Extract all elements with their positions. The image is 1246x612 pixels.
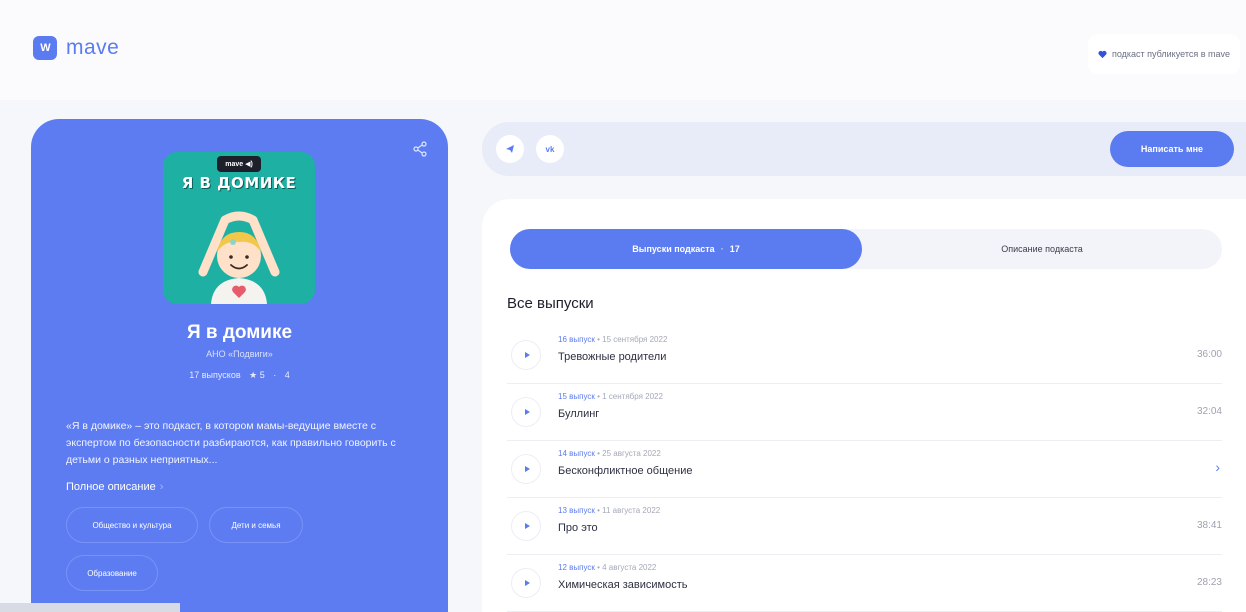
full-description-link[interactable]: Полное описание › xyxy=(66,481,163,493)
podcast-description: «Я в домике» – это подкаст, в котором ма… xyxy=(66,420,396,466)
cover-illustration xyxy=(198,211,280,304)
logo-mark-icon: W xyxy=(33,36,57,60)
episode-row[interactable]: 13 выпуск • 11 августа 2022 Про это 38:4… xyxy=(507,498,1222,555)
tab-episodes-count: 17 xyxy=(729,244,740,254)
episode-number: 15 выпуск xyxy=(558,392,595,401)
vk-icon: vk xyxy=(545,144,555,154)
published-on-mave-badge[interactable]: подкаст публикуется в mave xyxy=(1087,34,1240,74)
episode-duration: 28:23 xyxy=(1196,577,1222,588)
all-episodes-title: Все выпуски xyxy=(507,295,594,312)
episode-date: 11 августа 2022 xyxy=(602,506,661,515)
tab-separator: · xyxy=(720,244,724,254)
play-icon xyxy=(524,352,530,358)
episode-meta: 16 выпуск • 15 сентября 2022 xyxy=(558,335,668,344)
podcast-card: mave ◀) Я В ДОМИКЕ Я в домике АНО «Подви… xyxy=(31,119,448,612)
header: W mave подкаст публикуется в mave xyxy=(0,0,1246,100)
play-icon xyxy=(524,466,530,472)
telegram-button[interactable] xyxy=(496,135,524,163)
episode-number: 12 выпуск xyxy=(558,563,595,572)
cover-badge: mave ◀) xyxy=(217,156,261,172)
play-icon xyxy=(524,580,530,586)
episode-duration: 38:41 xyxy=(1196,520,1222,531)
tag-education[interactable]: Образование xyxy=(66,555,158,591)
tag-society[interactable]: Общество и культура xyxy=(66,507,198,543)
browser-status-bar xyxy=(0,603,180,612)
full-description-label: Полное описание xyxy=(66,481,156,493)
episode-row[interactable]: 16 выпуск • 15 сентября 2022 Тревожные р… xyxy=(507,327,1222,384)
episodes-panel: Выпуски подкаста · 17 Описание подкаста … xyxy=(482,199,1246,612)
episode-meta: 15 выпуск • 1 сентября 2022 xyxy=(558,392,663,401)
mave-logo[interactable]: W mave xyxy=(33,36,119,60)
episode-title[interactable]: Тревожные родители xyxy=(558,351,666,363)
tab-description[interactable]: Описание подкаста xyxy=(862,229,1222,269)
tab-episodes-label: Выпуски подкаста xyxy=(632,244,715,254)
play-icon xyxy=(524,523,530,529)
rating-count: 4 xyxy=(284,370,290,380)
podcast-cover: mave ◀) Я В ДОМИКЕ xyxy=(163,152,315,304)
rating-separator: · xyxy=(273,370,277,380)
tag-kids-family[interactable]: Дети и семья xyxy=(209,507,303,543)
play-button[interactable] xyxy=(511,454,541,484)
chevron-right-icon: › xyxy=(159,481,164,493)
podcast-title: Я в домике xyxy=(186,322,293,343)
episode-row[interactable]: 15 выпуск • 1 сентября 2022 Буллинг 32:0… xyxy=(507,384,1222,441)
rating-value: ★ 5 xyxy=(249,370,265,380)
episode-date: 1 сентября 2022 xyxy=(602,392,663,401)
tabs: Выпуски подкаста · 17 Описание подкаста xyxy=(510,229,1222,269)
publish-note: подкаст публикуется в mave xyxy=(1111,49,1230,59)
episode-title[interactable]: Буллинг xyxy=(558,408,599,420)
episode-row[interactable]: 12 выпуск • 4 августа 2022 Химическая за… xyxy=(507,555,1222,612)
chevron-right-icon[interactable]: › xyxy=(1215,459,1220,475)
episode-meta: 12 выпуск • 4 августа 2022 xyxy=(558,563,657,572)
share-icon[interactable] xyxy=(412,141,428,157)
social-bar: vk Написать мне xyxy=(482,122,1246,176)
logo-text: mave xyxy=(66,36,120,59)
episode-meta: 13 выпуск • 11 августа 2022 xyxy=(558,506,661,515)
episode-meta: 14 выпуск • 25 августа 2022 xyxy=(558,449,661,458)
episode-date: 15 сентября 2022 xyxy=(602,335,668,344)
episode-date: 4 августа 2022 xyxy=(602,563,657,572)
episode-title[interactable]: Химическая зависимость xyxy=(558,579,687,591)
tab-episodes[interactable]: Выпуски подкаста · 17 xyxy=(510,229,862,269)
podcast-author[interactable]: АНО «Подвиги» xyxy=(31,349,448,359)
telegram-icon xyxy=(506,145,514,153)
episode-number: 16 выпуск xyxy=(558,335,595,344)
vk-button[interactable]: vk xyxy=(536,135,564,163)
episode-title[interactable]: Бесконфликтное общение xyxy=(558,465,692,477)
episode-number: 13 выпуск xyxy=(558,506,595,515)
episode-date: 25 августа 2022 xyxy=(602,449,661,458)
play-button[interactable] xyxy=(511,568,541,598)
write-me-button[interactable]: Написать мне xyxy=(1110,131,1234,167)
episode-duration: 36:00 xyxy=(1196,349,1222,360)
play-button[interactable] xyxy=(511,511,541,541)
episode-row[interactable]: 14 выпуск • 25 августа 2022 Бесконфликтн… xyxy=(507,441,1222,498)
play-icon xyxy=(524,409,530,415)
episode-duration: 32:04 xyxy=(1196,406,1222,417)
podcast-stats: 17 выпусков ★ 5 · 4 xyxy=(31,370,448,381)
play-button[interactable] xyxy=(511,397,541,427)
episodes-count: 17 выпусков xyxy=(189,370,241,380)
cover-title: Я В ДОМИКЕ xyxy=(181,174,297,192)
heart-icon xyxy=(1098,50,1107,58)
episode-number: 14 выпуск xyxy=(558,449,595,458)
play-button[interactable] xyxy=(511,340,541,370)
episode-title[interactable]: Про это xyxy=(558,522,598,534)
